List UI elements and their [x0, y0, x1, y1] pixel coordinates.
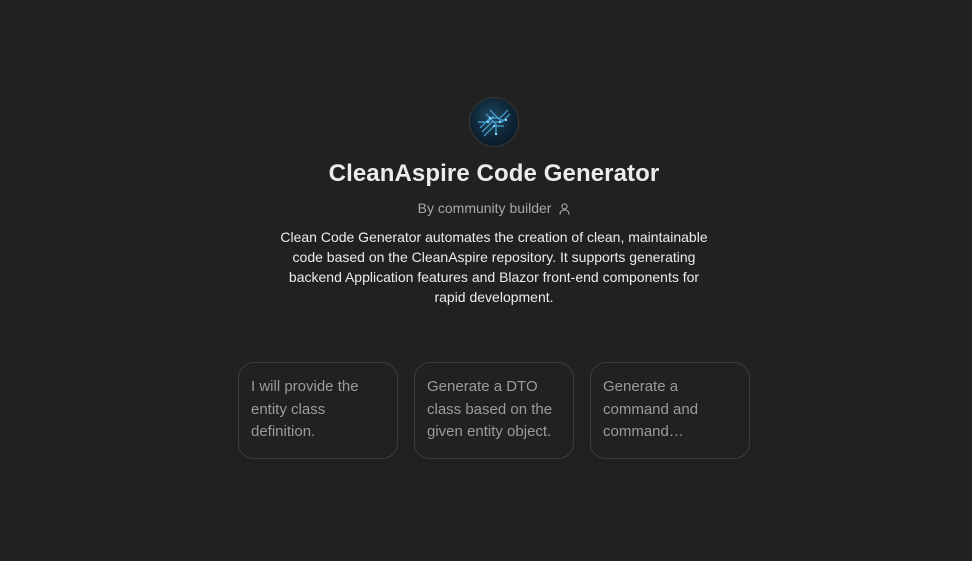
starter-text: Generate a command and command handler… [603, 378, 699, 440]
starter-text: I will provide the entity class definiti… [251, 378, 359, 440]
circuit-board-icon [478, 109, 511, 137]
starter-card[interactable]: Generate a command and command handler… [590, 362, 750, 459]
gpt-title: CleanAspire Code Generator [328, 160, 660, 187]
gpt-landing-page: CleanAspire Code Generator By community … [0, 0, 972, 561]
gpt-avatar [470, 98, 518, 146]
byline-text: By community builder [417, 200, 552, 216]
conversation-starters: I will provide the entity class definiti… [238, 362, 750, 459]
starter-card[interactable]: I will provide the entity class definiti… [238, 362, 398, 459]
gpt-description: Clean Code Generator automates the creat… [280, 229, 708, 305]
gpt-byline: By community builder [0, 200, 972, 218]
starter-text: Generate a DTO class based on the given … [427, 378, 553, 440]
person-icon [559, 202, 570, 218]
starter-card[interactable]: Generate a DTO class based on the given … [414, 362, 574, 459]
